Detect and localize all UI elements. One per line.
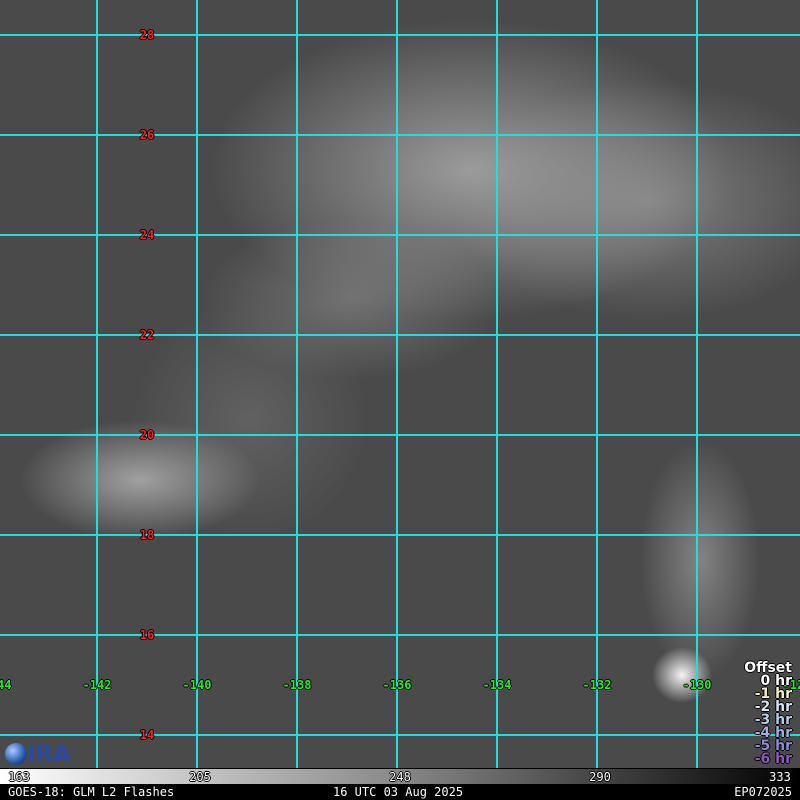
latitude-gridline [0,734,800,736]
colorbar: 163 205 248 290 333 [0,768,800,785]
satellite-map[interactable]: 28 26 24 22 20 18 16 14 -144 -142 -140 -… [0,0,800,768]
latitude-label: 26 [139,128,155,142]
colorbar-tick: 163 [8,770,30,784]
latitude-label: 22 [139,328,155,342]
latitude-gridline [0,234,800,236]
storm-id: EP072025 [734,785,792,799]
timestamp: 16 UTC 03 Aug 2025 [333,785,464,799]
product-label: GOES-18: GLM L2 Flashes [8,785,175,799]
footer: GOES-18: GLM L2 Flashes 16 UTC 03 Aug 20… [0,784,800,800]
longitude-label: -130 [682,678,712,692]
latitude-gridline [0,334,800,336]
latitude-label: 16 [139,628,155,642]
colorbar-tick: 248 [389,770,411,784]
longitude-gridline [496,0,498,768]
longitude-label: -134 [482,678,512,692]
offset-legend: Offset 0 hr -1 hr -2 hr -3 hr -4 hr -5 h… [744,661,792,767]
colorbar-tick: 333 [769,770,791,784]
longitude-gridline [296,0,298,768]
latitude-gridline [0,534,800,536]
longitude-label: -136 [382,678,412,692]
latitude-label: 28 [139,28,155,42]
longitude-label: -144 [0,678,12,692]
longitude-gridline [196,0,198,768]
globe-icon [5,743,27,765]
longitude-gridline [696,0,698,768]
longitude-gridline [96,0,98,768]
colorbar-tick: 205 [189,770,211,784]
longitude-label: -138 [282,678,312,692]
latitude-gridline [0,34,800,36]
colorbar-tick: 290 [589,770,611,784]
latitude-gridline [0,634,800,636]
latitude-label: 20 [139,428,155,442]
cira-logo: IRA [5,740,71,768]
longitude-label: -132 [582,678,612,692]
longitude-label: -140 [182,678,212,692]
latitude-gridline [0,434,800,436]
latitude-gridline [0,134,800,136]
latitude-label: 24 [139,228,155,242]
legend-item: -6 hr [754,751,792,767]
latitude-label: 14 [139,728,155,742]
longitude-gridline [596,0,598,768]
longitude-gridline [396,0,398,768]
longitude-label: -142 [82,678,112,692]
latitude-label: 18 [139,528,155,542]
